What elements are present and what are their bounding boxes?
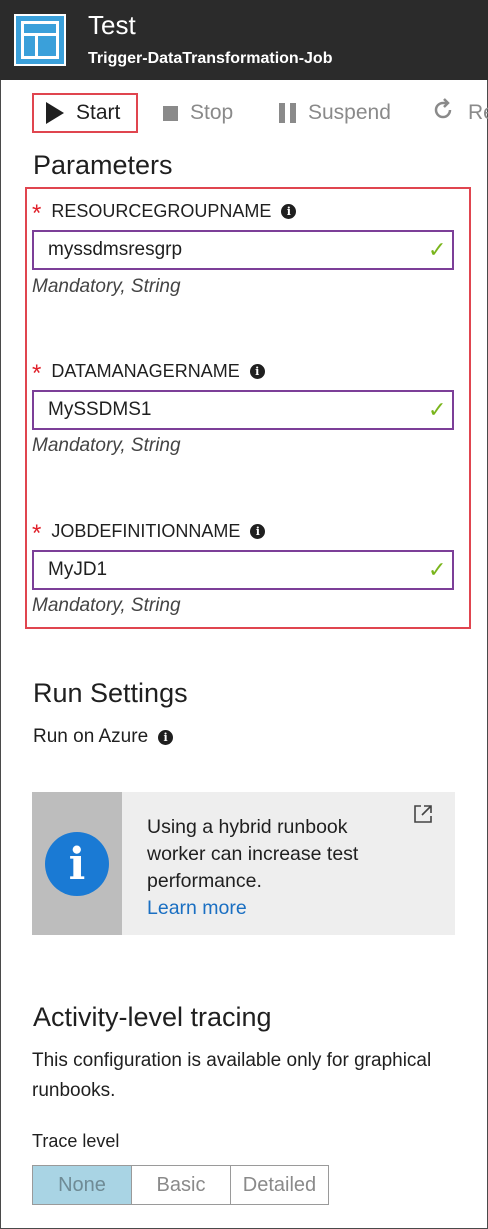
runbook-icon xyxy=(14,14,66,66)
param-name: RESOURCEGROUPNAME xyxy=(51,200,272,221)
jobdefinitionname-input[interactable] xyxy=(32,550,454,590)
stop-icon xyxy=(163,105,178,121)
tracing-heading: Activity-level tracing xyxy=(33,1002,272,1032)
tracing-description: This configuration is available only for… xyxy=(32,1050,432,1101)
banner-text: Using a hybrid runbook worker can increa… xyxy=(147,816,359,892)
trace-option-basic[interactable]: Basic xyxy=(132,1165,231,1205)
checkmark-icon: ✓ xyxy=(428,397,447,422)
blade-subtitle: Trigger-DataTransformation-Job xyxy=(88,50,333,67)
required-marker: * xyxy=(32,360,42,387)
blade-header: Test Trigger-DataTransformation-Job xyxy=(0,0,488,80)
run-on-setting: Run on Azure i xyxy=(33,726,174,748)
suspend-button[interactable]: Suspend xyxy=(279,93,391,133)
resourcegroupname-input[interactable] xyxy=(32,230,454,270)
hybrid-worker-banner: i Using a hybrid runbook worker can incr… xyxy=(32,792,455,935)
trace-option-none[interactable]: None xyxy=(32,1165,132,1205)
resume-label: Re xyxy=(468,101,488,124)
stop-label: Stop xyxy=(190,101,234,124)
required-marker: * xyxy=(32,520,42,547)
blade-title: Test xyxy=(88,10,136,40)
checkmark-icon: ✓ xyxy=(428,557,447,582)
info-icon: i xyxy=(45,832,109,896)
learn-more-link[interactable]: Learn more xyxy=(147,895,407,922)
param-name: JOBDEFINITIONNAME xyxy=(51,520,241,541)
parameters-heading: Parameters xyxy=(33,150,173,180)
param-label-datamanagername: * DATAMANAGERNAME i xyxy=(32,357,265,387)
pause-icon xyxy=(279,103,296,123)
resume-icon xyxy=(432,97,456,129)
info-icon[interactable]: i xyxy=(249,363,265,379)
datamanagername-input[interactable] xyxy=(32,390,454,430)
external-link-icon[interactable] xyxy=(413,804,433,824)
banner-message: Using a hybrid runbook worker can increa… xyxy=(147,814,407,922)
start-button[interactable]: Start xyxy=(32,93,138,133)
param-label-jobdefinitionname: * JOBDEFINITIONNAME i xyxy=(32,517,266,547)
start-label: Start xyxy=(76,101,121,124)
param-name: DATAMANAGERNAME xyxy=(51,360,240,381)
checkmark-icon: ✓ xyxy=(428,237,447,262)
run-settings-heading: Run Settings xyxy=(33,678,188,708)
info-icon[interactable]: i xyxy=(158,729,174,745)
trace-level-label: Trace level xyxy=(32,1131,120,1151)
trace-option-detailed[interactable]: Detailed xyxy=(231,1165,329,1205)
command-bar: Start Stop Suspend Re xyxy=(0,80,488,144)
play-icon xyxy=(46,102,64,124)
param-hint: Mandatory, String xyxy=(32,276,181,297)
required-marker: * xyxy=(32,200,42,227)
stop-button[interactable]: Stop xyxy=(163,93,233,133)
run-on-label: Run on Azure xyxy=(33,726,149,747)
banner-icon-panel: i xyxy=(32,792,122,935)
param-hint: Mandatory, String xyxy=(32,595,181,616)
info-icon[interactable]: i xyxy=(281,203,297,219)
info-icon[interactable]: i xyxy=(250,523,266,539)
resume-button[interactable]: Re xyxy=(432,93,488,133)
trace-level-selector: None Basic Detailed xyxy=(32,1165,329,1205)
suspend-label: Suspend xyxy=(308,101,391,124)
param-label-resourcegroupname: * RESOURCEGROUPNAME i xyxy=(32,197,297,227)
param-hint: Mandatory, String xyxy=(32,435,181,456)
